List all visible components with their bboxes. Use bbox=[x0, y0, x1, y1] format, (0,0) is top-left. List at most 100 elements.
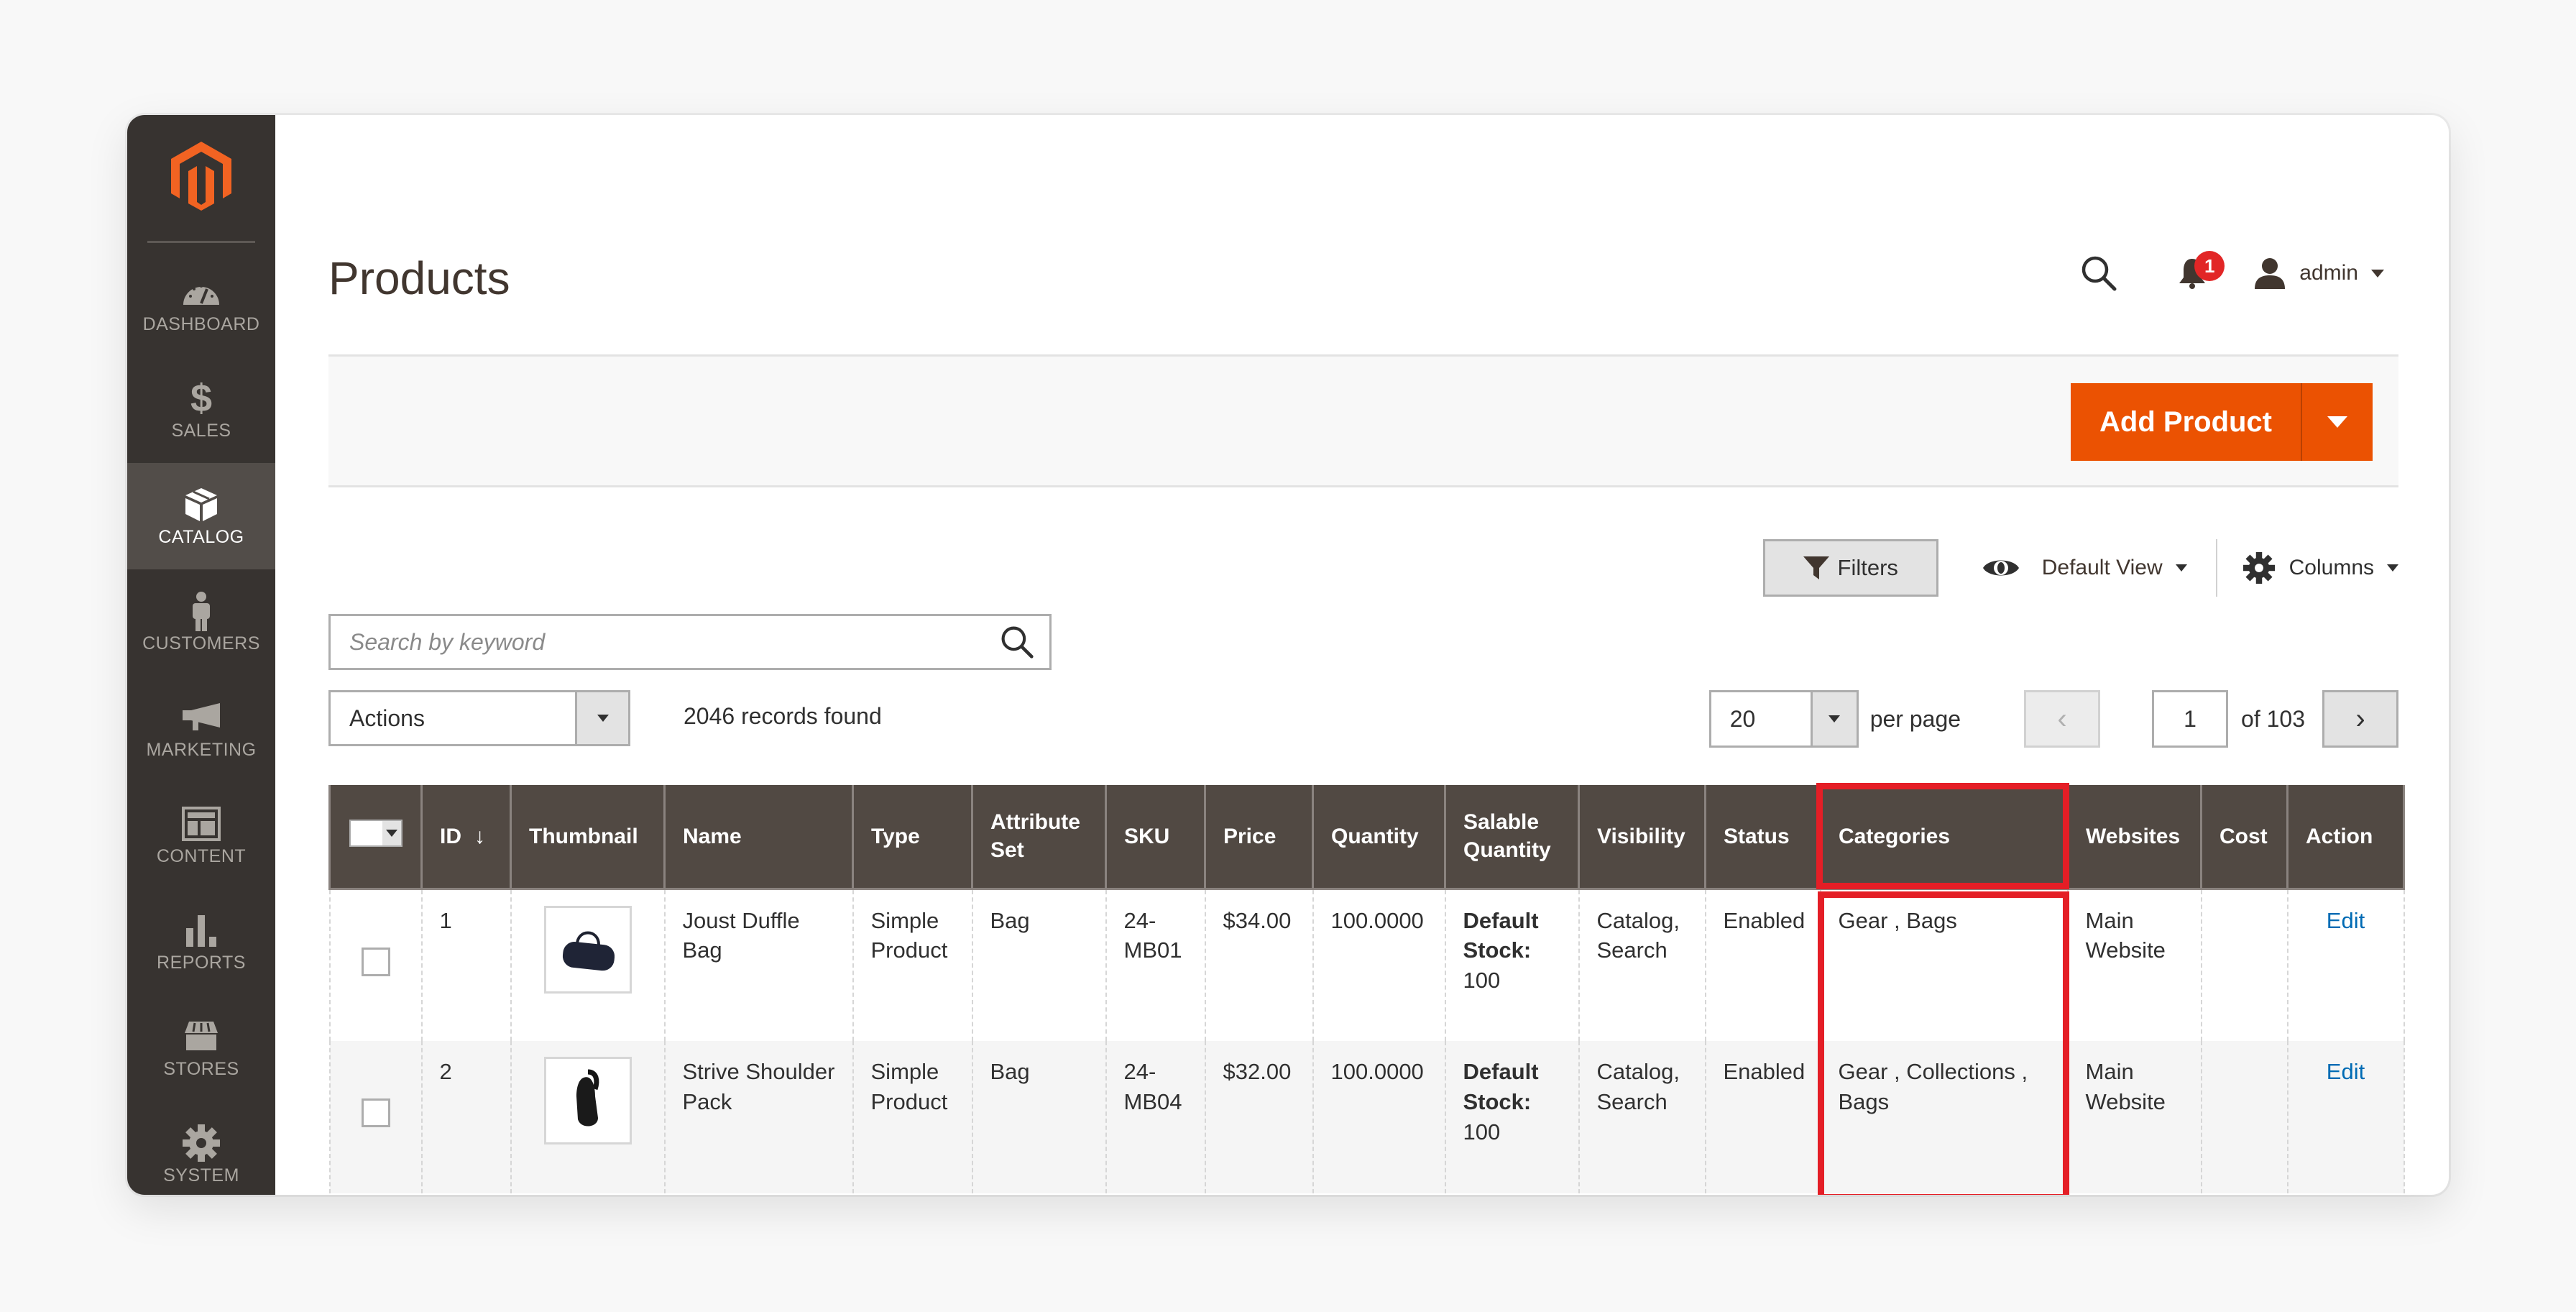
previous-page-button[interactable]: ‹ bbox=[2024, 690, 2101, 748]
column-header-name[interactable]: Name bbox=[663, 785, 854, 889]
bar-chart-icon bbox=[180, 911, 223, 950]
cell-action: Edit bbox=[2286, 887, 2405, 1041]
cell-price: $32.00 bbox=[1204, 1041, 1314, 1193]
chevron-right-icon: › bbox=[2355, 702, 2365, 735]
notification-count-badge: 1 bbox=[2194, 251, 2225, 281]
shoulder-pack-thumbnail[interactable] bbox=[543, 1057, 632, 1144]
cell-status: Enabled bbox=[1704, 887, 1821, 1041]
view-label: Default View bbox=[2041, 556, 2163, 579]
row-checkbox[interactable] bbox=[361, 1098, 390, 1127]
mass-actions-dropdown[interactable]: Actions bbox=[328, 690, 630, 746]
column-header-status[interactable]: Status bbox=[1704, 785, 1821, 889]
column-header-attribute-set[interactable]: Attribute Set bbox=[971, 785, 1107, 889]
notifications-button[interactable]: 1 bbox=[2167, 248, 2225, 298]
sidebar-item-sales[interactable]: $ SALES bbox=[127, 357, 275, 463]
search-submit-button[interactable] bbox=[985, 616, 1049, 668]
user-icon bbox=[2255, 258, 2286, 289]
column-header-visibility[interactable]: Visibility bbox=[1578, 785, 1706, 889]
page-title: Products bbox=[328, 252, 510, 304]
column-header-quantity[interactable]: Quantity bbox=[1312, 785, 1446, 889]
person-icon bbox=[180, 591, 223, 631]
cell-status: Enabled bbox=[1704, 1041, 1821, 1193]
salable-stock-value: 100 bbox=[1463, 1119, 1501, 1144]
per-page-select[interactable]: 20 bbox=[1708, 690, 1859, 748]
cell-categories: Gear , Bags bbox=[1819, 887, 2069, 1041]
current-page-input[interactable] bbox=[2152, 690, 2229, 748]
header-actions: 1 admin bbox=[2074, 248, 2384, 298]
column-header-categories[interactable]: Categories bbox=[1819, 785, 2069, 889]
cell-cost bbox=[2200, 1041, 2288, 1193]
column-header-salable-quantity: Salable Quantity bbox=[1444, 785, 1580, 889]
cell-quantity: 100.0000 bbox=[1312, 887, 1446, 1041]
layout-icon bbox=[180, 804, 223, 843]
edit-link[interactable]: Edit bbox=[2327, 908, 2365, 933]
column-header-sku[interactable]: SKU bbox=[1105, 785, 1206, 889]
chevron-down-icon bbox=[2327, 416, 2347, 428]
search-icon bbox=[1001, 626, 1034, 659]
sidebar-item-content[interactable]: CONTENT bbox=[127, 782, 275, 889]
row-checkbox[interactable] bbox=[361, 947, 390, 976]
view-switcher[interactable]: Default View bbox=[1982, 539, 2217, 597]
columns-button[interactable]: Columns bbox=[2242, 552, 2398, 584]
cell-price: $34.00 bbox=[1204, 887, 1314, 1041]
add-product-button[interactable]: Add Product bbox=[2071, 383, 2302, 461]
megaphone-icon bbox=[180, 698, 223, 737]
cell-type: Simple Product bbox=[852, 1041, 973, 1193]
sidebar-item-label: REPORTS bbox=[157, 952, 246, 973]
chevron-down-icon bbox=[2175, 564, 2187, 572]
filters-button[interactable]: Filters bbox=[1762, 539, 1938, 597]
grid-header-row: ID ↓ Thumbnail Name Type Attribute Set SK… bbox=[328, 785, 2405, 889]
sidebar-item-label: SYSTEM bbox=[163, 1165, 239, 1185]
column-header-action: Action bbox=[2286, 785, 2405, 889]
chevron-down-icon bbox=[2387, 564, 2398, 572]
column-header-type[interactable]: Type bbox=[852, 785, 973, 889]
cell-attribute-set: Bag bbox=[971, 887, 1107, 1041]
filters-label: Filters bbox=[1837, 555, 1898, 580]
search-input[interactable] bbox=[331, 616, 985, 668]
cell-visibility: Catalog, Search bbox=[1578, 887, 1706, 1041]
sidebar-item-label: DASHBOARD bbox=[142, 313, 260, 334]
cell-name: Strive Shoulder Pack bbox=[663, 1041, 854, 1193]
sidebar-item-system[interactable]: SYSTEM bbox=[127, 1101, 275, 1195]
cell-visibility: Catalog, Search bbox=[1578, 1041, 1706, 1193]
next-page-button[interactable]: › bbox=[2322, 690, 2398, 748]
table-row[interactable]: 2 Strive Shoulder Pack Simple Product Ba… bbox=[328, 1041, 2405, 1193]
sidebar-item-stores[interactable]: STORES bbox=[127, 995, 275, 1101]
box-icon bbox=[180, 485, 223, 524]
sidebar-item-marketing[interactable]: MARKETING bbox=[127, 676, 275, 782]
mass-select-dropdown[interactable] bbox=[349, 820, 402, 848]
admin-window: DASHBOARD $ SALES CATALOG CUSTOMERS MARK… bbox=[127, 115, 2449, 1195]
gear-icon bbox=[2242, 552, 2275, 584]
actions-toggle[interactable] bbox=[575, 692, 628, 744]
global-search-button[interactable] bbox=[2074, 248, 2124, 298]
sidebar-item-label: CUSTOMERS bbox=[142, 633, 260, 653]
magento-logo-icon[interactable] bbox=[127, 137, 275, 216]
cell-cost bbox=[2200, 887, 2288, 1041]
sidebar-item-dashboard[interactable]: DASHBOARD bbox=[127, 250, 275, 357]
search-icon bbox=[2082, 256, 2117, 291]
add-product-dropdown-toggle[interactable] bbox=[2302, 383, 2373, 461]
column-header-price[interactable]: Price bbox=[1204, 785, 1314, 889]
sidebar-item-customers[interactable]: CUSTOMERS bbox=[127, 569, 275, 676]
user-menu[interactable]: admin bbox=[2253, 257, 2384, 289]
edit-link[interactable]: Edit bbox=[2327, 1059, 2365, 1084]
table-row[interactable]: 1 Joust Duffle Bag Simple Product Bag 24… bbox=[328, 887, 2405, 1041]
cell-type: Simple Product bbox=[852, 887, 973, 1041]
cell-quantity: 100.0000 bbox=[1312, 1041, 1446, 1193]
column-header-websites[interactable]: Websites bbox=[2066, 785, 2202, 889]
cell-id: 2 bbox=[420, 1041, 512, 1193]
column-header-id[interactable]: ID ↓ bbox=[420, 785, 512, 889]
cell-salable-quantity: Default Stock: 100 bbox=[1444, 887, 1580, 1041]
duffle-bag-thumbnail[interactable] bbox=[543, 905, 632, 994]
cell-categories: Gear , Collections , Bags bbox=[1819, 1041, 2069, 1193]
chevron-left-icon: ‹ bbox=[2057, 702, 2067, 735]
mass-select-toggle[interactable] bbox=[382, 821, 401, 846]
dollar-icon: $ bbox=[190, 376, 213, 420]
per-page-toggle[interactable] bbox=[1810, 692, 1857, 746]
mass-select-checkbox[interactable] bbox=[350, 821, 382, 846]
sidebar-item-reports[interactable]: REPORTS bbox=[127, 889, 275, 995]
column-header-cost[interactable]: Cost bbox=[2200, 785, 2288, 889]
per-page-label: per page bbox=[1869, 705, 1961, 732]
sidebar-item-label: MARKETING bbox=[146, 739, 257, 760]
sidebar-item-catalog[interactable]: CATALOG bbox=[127, 463, 275, 569]
